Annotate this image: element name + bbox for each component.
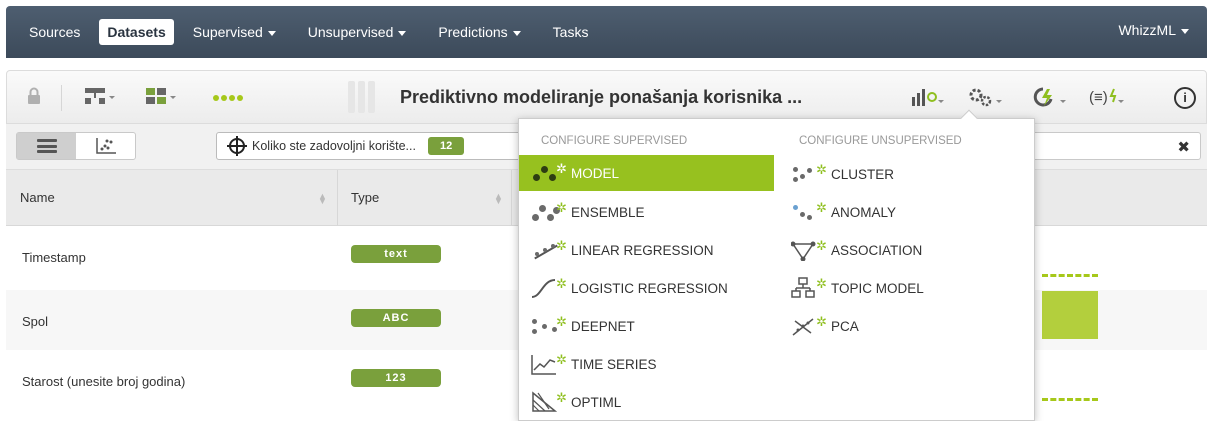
status-dots-icon [213, 95, 243, 101]
field-name: Starost (unesite broj godina) [22, 374, 186, 389]
menu-item-label: ENSEMBLE [571, 204, 645, 220]
objective-type-badge: 12 [427, 137, 465, 155]
histogram-sparkline [1042, 398, 1098, 401]
menu-item-label: TOPIC MODEL [831, 280, 924, 296]
toolbar-divider [61, 85, 62, 111]
field-type-badge: ABC [351, 309, 441, 327]
nav-predictions[interactable]: Predictions [425, 19, 533, 45]
cluster-icon: ✲ [791, 163, 829, 185]
dataset-split-icon[interactable] [145, 87, 177, 109]
objective-field-label: Koliko ste zadovoljni korište... [252, 139, 416, 153]
menu-item-deepnet[interactable]: ✲ DEEPNET [519, 308, 774, 344]
lock-icon[interactable] [27, 87, 41, 109]
list-view-button[interactable] [17, 133, 76, 159]
optiml-icon: ✲ [531, 391, 569, 413]
menu-item-label: MODEL [571, 165, 620, 181]
menu-item-logistic-regression[interactable]: ✲ LOGISTIC REGRESSION [519, 270, 774, 306]
field-type-badge: text [351, 245, 441, 263]
sort-icon[interactable]: ▲ ▼ [318, 192, 327, 206]
one-click-model-icon[interactable] [1031, 87, 1067, 112]
menu-item-label: LINEAR REGRESSION [571, 242, 714, 258]
field-type-badge: 123 [351, 369, 441, 387]
pca-icon: ✲ [791, 315, 829, 337]
sort-icon[interactable]: ▲ ▼ [494, 192, 503, 206]
menu-item-label: ASSOCIATION [831, 242, 923, 258]
nav-datasets[interactable]: Datasets [99, 19, 174, 45]
caret-down-icon [1181, 28, 1189, 34]
menu-item-cluster[interactable]: ✲ CLUSTER [779, 156, 1029, 192]
menu-item-label: PCA [831, 318, 859, 334]
column-header-name[interactable]: Name [20, 190, 55, 205]
menu-item-model[interactable]: ✲ MODEL [519, 155, 774, 191]
menu-item-anomaly[interactable]: ✲ ANOMALY [779, 194, 1029, 230]
caret-down-icon [267, 30, 276, 36]
time-series-icon: ✲ [531, 353, 569, 375]
menu-item-ensemble[interactable]: ✲ ENSEMBLE [519, 194, 774, 230]
objective-field-selector[interactable]: Koliko ste zadovoljni korište... 12 [216, 132, 526, 160]
menu-item-topic-model[interactable]: ✲ TOPIC MODEL [779, 270, 1029, 306]
top-nav: Sources Datasets Supervised Unsupervised… [6, 6, 1207, 58]
column-divider [511, 170, 512, 226]
field-name: Timestamp [22, 250, 86, 265]
formula-icon[interactable]: (≡) [1089, 87, 1125, 112]
clear-search-icon[interactable]: ✖ [1177, 138, 1190, 156]
nav-sources[interactable]: Sources [16, 19, 93, 45]
deepnet-icon: ✲ [531, 315, 569, 337]
caret-down-icon [512, 30, 521, 36]
nav-supervised[interactable]: Supervised [180, 19, 289, 45]
dataset-bars-icon [348, 81, 375, 113]
menu-item-optiml[interactable]: ✲ OPTIML [519, 384, 774, 420]
menu-item-label: TIME SERIES [571, 356, 657, 372]
histogram-bar [1042, 291, 1098, 339]
anomaly-icon: ✲ [791, 201, 829, 223]
ensemble-icon: ✲ [531, 201, 569, 223]
histogram-sparkline [1042, 274, 1098, 277]
search-input[interactable]: ✖ [1006, 132, 1201, 160]
nav-unsupervised[interactable]: Unsupervised [295, 19, 420, 45]
list-icon [36, 139, 57, 153]
configure-supervised-heading: CONFIGURE SUPERVISED [541, 135, 688, 147]
model-configure-icon[interactable] [910, 87, 944, 112]
logistic-regression-icon: ✲ [531, 277, 569, 299]
association-icon: ✲ [791, 239, 829, 261]
scatter-view-button[interactable] [76, 133, 135, 159]
configure-dropdown-menu: CONFIGURE SUPERVISED CONFIGURE UNSUPERVI… [518, 109, 1035, 421]
nav-whizzml[interactable]: WhizzML [1118, 22, 1189, 38]
menu-item-label: ANOMALY [831, 204, 897, 220]
menu-item-label: OPTIML [571, 394, 622, 410]
configure-gears-icon[interactable] [967, 87, 1003, 112]
svg-text:(≡): (≡) [1089, 89, 1108, 106]
nav-tasks[interactable]: Tasks [540, 19, 602, 45]
menu-item-pca[interactable]: ✲ PCA [779, 308, 1029, 344]
topic-model-icon: ✲ [791, 277, 829, 299]
view-toggle [16, 132, 136, 160]
column-header-type[interactable]: Type [351, 190, 379, 205]
resource-toolbar: Prediktivno modeliranje ponašanja korisn… [6, 70, 1207, 124]
scatterplot-icon [95, 138, 116, 154]
crosshair-icon [227, 136, 247, 156]
page-title: Prediktivno modeliranje ponašanja korisn… [400, 87, 803, 107]
model-icon: ✲ [531, 162, 569, 184]
menu-item-time-series[interactable]: ✲ TIME SERIES [519, 346, 774, 382]
menu-item-label: LOGISTIC REGRESSION [571, 280, 728, 296]
menu-item-association[interactable]: ✲ ASSOCIATION [779, 232, 1029, 268]
caret-down-icon [398, 30, 407, 36]
linear-regression-icon: ✲ [531, 239, 569, 261]
configure-unsupervised-heading: CONFIGURE UNSUPERVISED [799, 135, 962, 147]
info-icon[interactable]: i [1174, 87, 1196, 109]
menu-item-label: DEEPNET [571, 318, 635, 334]
field-name: Spol [22, 314, 49, 329]
menu-item-label: CLUSTER [831, 166, 895, 182]
column-divider [337, 170, 338, 226]
dataset-structure-icon[interactable] [83, 87, 115, 109]
menu-item-linear-regression[interactable]: ✲ LINEAR REGRESSION [519, 232, 774, 268]
